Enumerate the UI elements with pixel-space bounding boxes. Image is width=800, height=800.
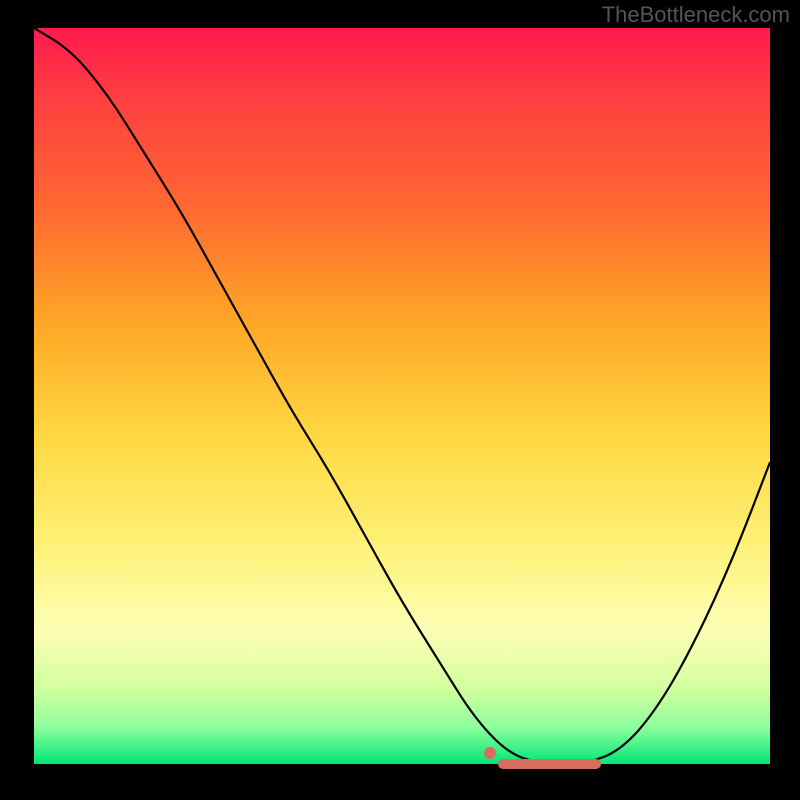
- optimal-range-highlight: [498, 759, 601, 769]
- bottleneck-curve: [34, 28, 770, 764]
- watermark-text: TheBottleneck.com: [602, 2, 790, 28]
- chart-container: TheBottleneck.com: [0, 0, 800, 800]
- plot-area: [34, 28, 770, 764]
- curve-line: [34, 28, 770, 764]
